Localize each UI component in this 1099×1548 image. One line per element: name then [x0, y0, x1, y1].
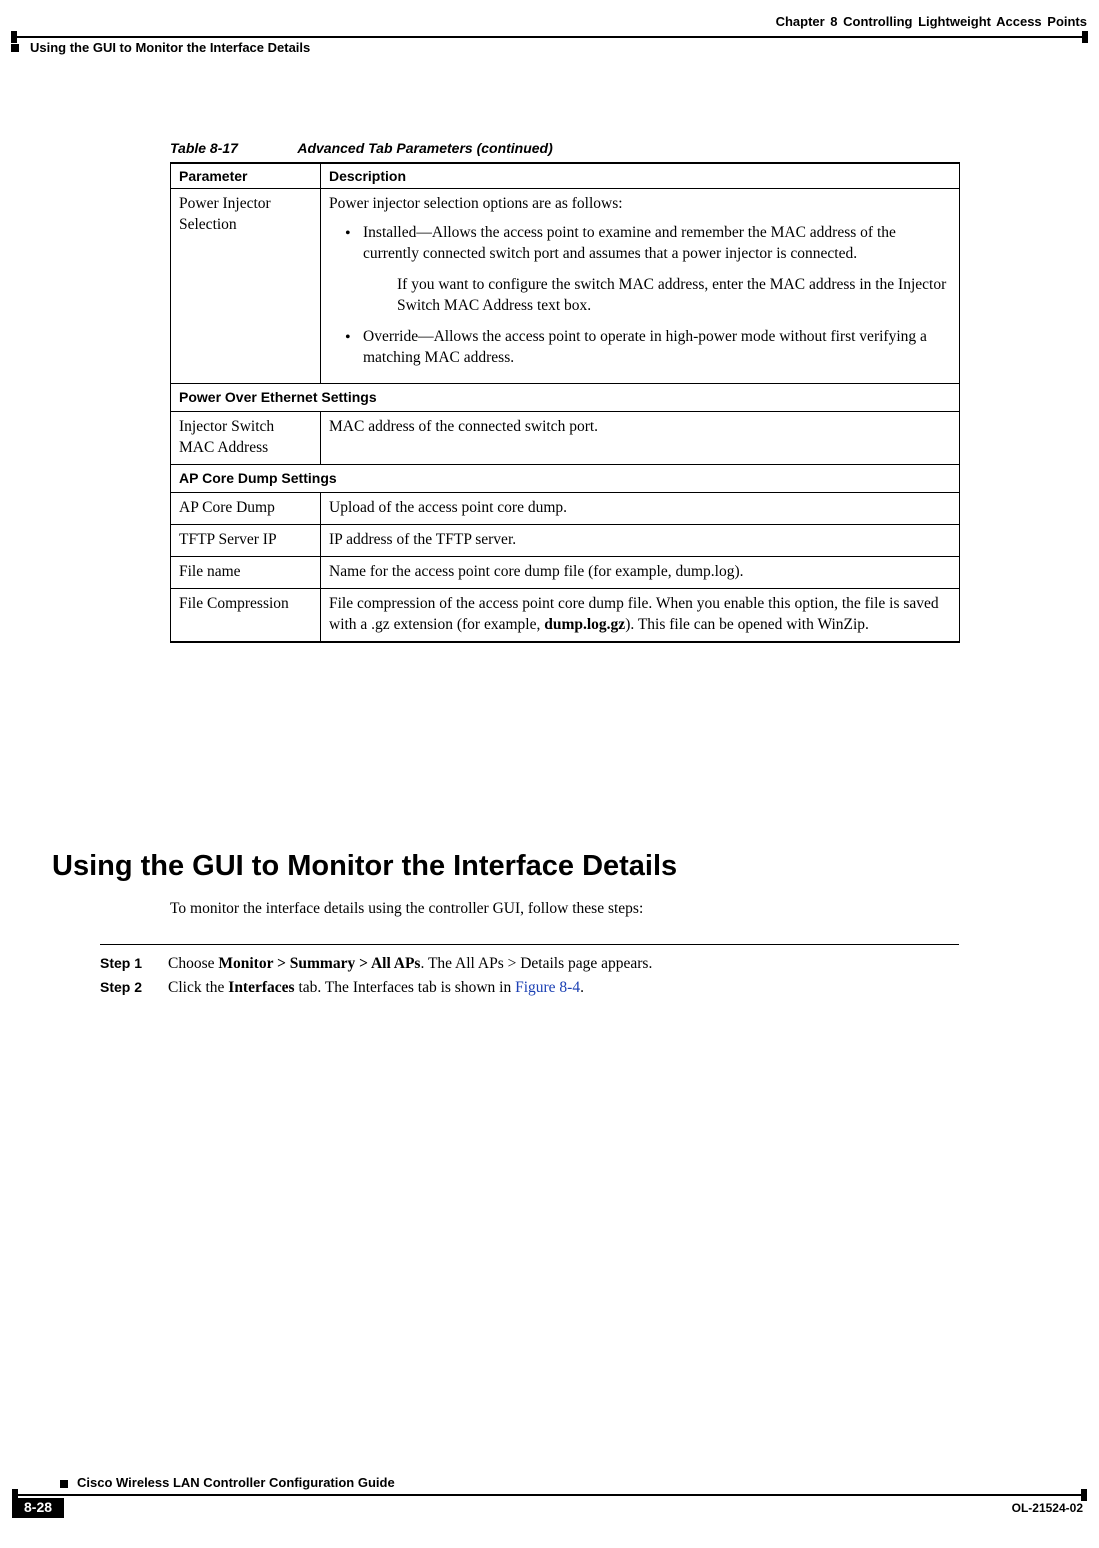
- table-number: Table 8-17: [170, 140, 238, 156]
- table-section-row: AP Core Dump Settings: [171, 465, 960, 493]
- bullet-text: Override—Allows the access point to oper…: [345, 327, 951, 369]
- desc-bold: dump.log.gz: [544, 616, 625, 633]
- section-intro: To monitor the interface details using t…: [170, 900, 643, 918]
- footer-book-title: Cisco Wireless LAN Controller Configurat…: [77, 1475, 395, 1490]
- col-header-parameter: Parameter: [171, 163, 321, 189]
- bullet-text: Installed—Allows the access point to exa…: [363, 224, 896, 262]
- header-section-marker-icon: [11, 44, 19, 52]
- col-header-description: Description: [321, 163, 960, 189]
- param-description: MAC address of the connected switch port…: [321, 412, 960, 465]
- param-name: TFTP Server IP: [171, 525, 321, 557]
- section-heading-core: AP Core Dump Settings: [171, 465, 960, 493]
- table-row: AP Core Dump Upload of the access point …: [171, 493, 960, 525]
- param-name: Injector Switch MAC Address: [171, 412, 321, 465]
- table-row: File name Name for the access point core…: [171, 556, 960, 588]
- param-description: Power injector selection options are as …: [321, 189, 960, 384]
- bullet-subpara: If you want to configure the switch MAC …: [397, 275, 951, 317]
- step-label: Step 1: [100, 955, 152, 973]
- step-text: Click the Interfaces tab. The Interfaces…: [168, 979, 584, 997]
- table-row: File Compression File compression of the…: [171, 588, 960, 641]
- step-row: Step 1 Choose Monitor > Summary > All AP…: [100, 955, 959, 973]
- param-description: IP address of the TFTP server.: [321, 525, 960, 557]
- param-description: File compression of the access point cor…: [321, 588, 960, 641]
- step-text: Choose Monitor > Summary > All APs. The …: [168, 955, 652, 973]
- table-row: TFTP Server IP IP address of the TFTP se…: [171, 525, 960, 557]
- footer-doc-id: OL-21524-02: [1012, 1501, 1083, 1515]
- footer-book-marker-icon: [60, 1480, 68, 1488]
- section-heading-poe: Power Over Ethernet Settings: [171, 384, 960, 412]
- footer-page-number: 8-28: [12, 1498, 64, 1518]
- footer-rule: [12, 1494, 1087, 1496]
- page-heading: Using the GUI to Monitor the Interface D…: [52, 850, 677, 883]
- param-name: Power Injector Selection: [171, 189, 321, 384]
- text: tab. The Interfaces tab is shown in: [295, 979, 516, 996]
- header-chapter: Chapter 8 Controlling Lightweight Access…: [776, 14, 1087, 29]
- table-title: Advanced Tab Parameters (continued): [297, 140, 552, 156]
- desc-text: ). This file can be opened with WinZip.: [625, 616, 869, 633]
- param-name: File Compression: [171, 588, 321, 641]
- table-row: Injector Switch MAC Address MAC address …: [171, 412, 960, 465]
- table-row: Power Injector Selection Power injector …: [171, 189, 960, 384]
- step-label: Step 2: [100, 979, 152, 997]
- header-section-title: Using the GUI to Monitor the Interface D…: [30, 40, 310, 55]
- steps-block: Step 1 Choose Monitor > Summary > All AP…: [100, 944, 959, 1003]
- text-bold: Monitor > Summary > All APs: [218, 955, 420, 972]
- text: Click the: [168, 979, 228, 996]
- step-row: Step 2 Click the Interfaces tab. The Int…: [100, 979, 959, 997]
- header-rule: [11, 36, 1088, 38]
- text: .: [580, 979, 584, 996]
- table-caption: Table 8-17 Advanced Tab Parameters (cont…: [170, 140, 553, 156]
- text: Choose: [168, 955, 218, 972]
- parameters-table: Parameter Description Power Injector Sel…: [170, 162, 960, 643]
- param-name: AP Core Dump: [171, 493, 321, 525]
- desc-intro: Power injector selection options are as …: [329, 194, 951, 215]
- param-description: Upload of the access point core dump.: [321, 493, 960, 525]
- text: . The All APs > Details page appears.: [420, 955, 652, 972]
- figure-link[interactable]: Figure 8-4: [515, 979, 580, 996]
- table-section-row: Power Over Ethernet Settings: [171, 384, 960, 412]
- param-name: File name: [171, 556, 321, 588]
- text-bold: Interfaces: [228, 979, 294, 996]
- param-description: Name for the access point core dump file…: [321, 556, 960, 588]
